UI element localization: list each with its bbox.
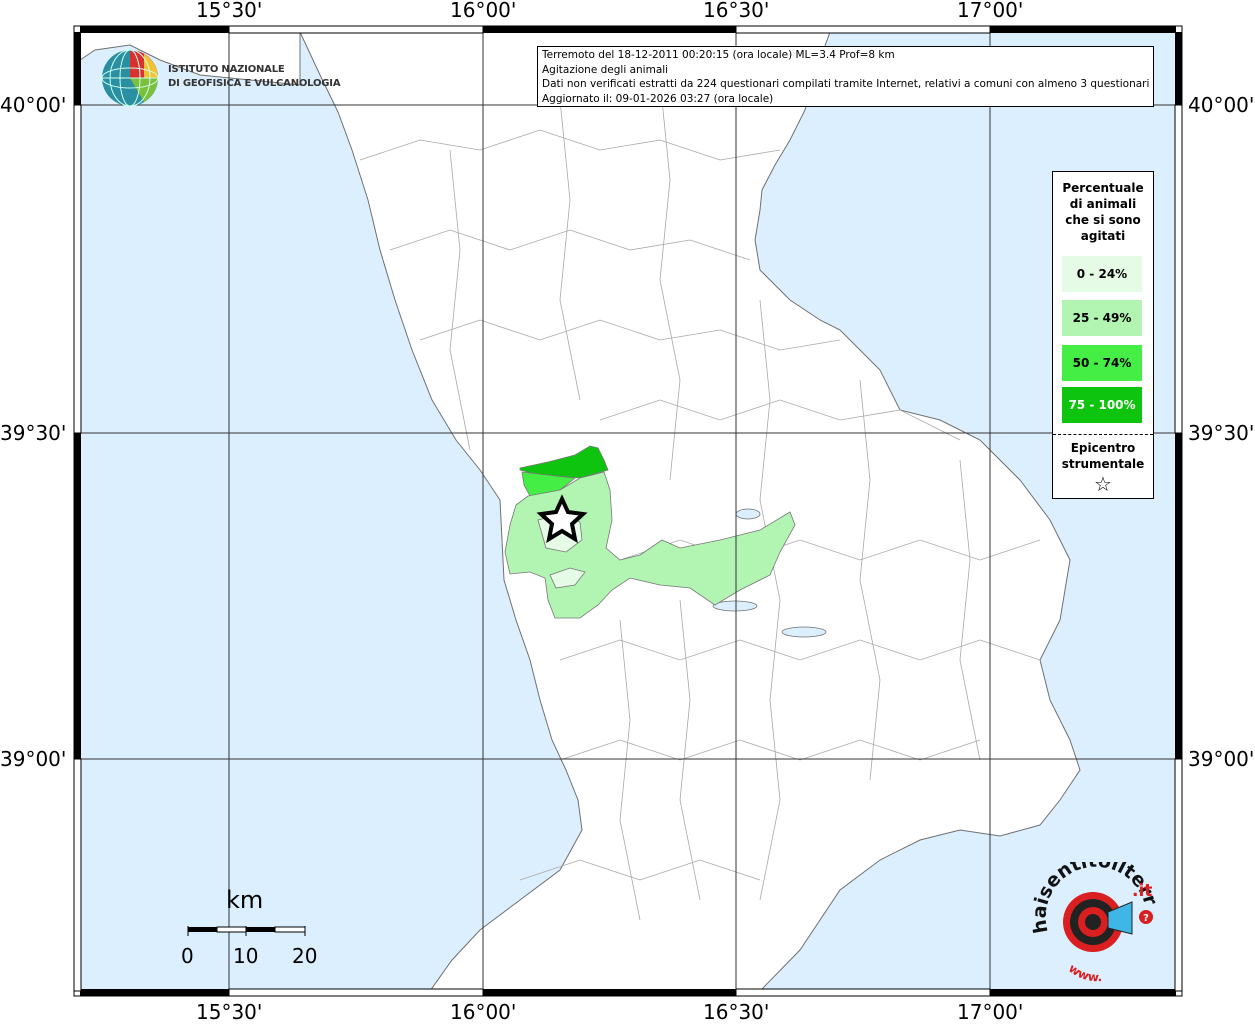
- legend-item-0-24: 0 - 24%: [1062, 256, 1142, 292]
- legend-item-50-74: 50 - 74%: [1062, 345, 1142, 381]
- lon-label-bottom: 16°30': [703, 1000, 770, 1024]
- logo-line2: DI GEOFISICA E VULCANOLOGIA: [168, 78, 341, 89]
- legend-item-25-49: 25 - 49%: [1062, 300, 1142, 336]
- ingv-logo: ISTITUTO NAZIONALE DI GEOFISICA E VULCAN…: [100, 48, 341, 108]
- hsit-www-text: www.: [1066, 961, 1103, 984]
- hsit-logo: ? haisentitoilterremoto .it www.: [1018, 845, 1168, 985]
- svg-text:?: ?: [1143, 913, 1149, 924]
- legend: Percentuale di animali che si sono agita…: [1052, 171, 1154, 499]
- scale-tick-0: 0: [181, 944, 194, 968]
- legend-item-75-100: 75 - 100%: [1062, 387, 1142, 423]
- data-note: Dati non verificati estratti da 224 ques…: [542, 78, 1149, 91]
- scale-bar: km 0 10 20: [170, 886, 330, 976]
- legend-title-line: agitati: [1080, 229, 1126, 243]
- legend-title-line: che si sono: [1065, 213, 1141, 227]
- lat-label-left: 39°30': [0, 421, 67, 445]
- lon-label-top: 17°00': [957, 0, 1024, 22]
- legend-title-line: di animali: [1069, 197, 1137, 211]
- scale-unit: km: [226, 886, 264, 914]
- scale-tick-10: 10: [233, 944, 259, 968]
- logo-line1: ISTITUTO NAZIONALE: [168, 64, 285, 75]
- lon-label-bottom: 15°30': [196, 1000, 263, 1024]
- scale-tick-20: 20: [292, 944, 318, 968]
- legend-epicenter-line: Epicentro: [1070, 441, 1136, 455]
- lon-label-bottom: 16°00': [450, 1000, 517, 1024]
- legend-separator: [1053, 434, 1153, 435]
- lake: [735, 508, 761, 520]
- legend-title: Percentuale di animali che si sono agita…: [1053, 180, 1153, 244]
- lat-label-left: 40°00': [0, 93, 67, 117]
- lon-label-bottom: 17°00': [957, 1000, 1024, 1024]
- lon-label-top: 16°00': [450, 0, 517, 22]
- lat-label-right: 39°30': [1188, 421, 1255, 445]
- lat-label-right: 39°00': [1188, 747, 1255, 771]
- lat-label-right: 40°00': [1188, 93, 1255, 117]
- lake: [781, 626, 827, 638]
- svg-text:www.: www.: [1066, 961, 1103, 982]
- map-subject: Agitazione degli animali: [542, 63, 669, 76]
- hsit-it-text: .it: [1132, 881, 1152, 901]
- update-date: Aggiornato il: 09-01-2026 03:27 (ora loc…: [542, 92, 774, 105]
- hsit-logo-graphic: ? haisentitoilterremoto .it www.: [1018, 845, 1162, 985]
- lon-label-top: 16°30': [703, 0, 770, 22]
- legend-epicenter-line: strumentale: [1061, 457, 1145, 471]
- globe-icon: [101, 49, 159, 107]
- legend-epicenter-label: Epicentro strumentale: [1053, 440, 1153, 472]
- legend-title-line: Percentuale: [1062, 181, 1144, 195]
- lat-label-left: 39°00': [0, 747, 67, 771]
- lon-label-top: 15°30': [196, 0, 263, 22]
- legend-star-icon: ☆: [1094, 472, 1112, 496]
- event-info-box: Terremoto del 18-12-2011 00:20:15 (ora l…: [537, 46, 1154, 107]
- event-title: Terremoto del 18-12-2011 00:20:15 (ora l…: [542, 49, 895, 61]
